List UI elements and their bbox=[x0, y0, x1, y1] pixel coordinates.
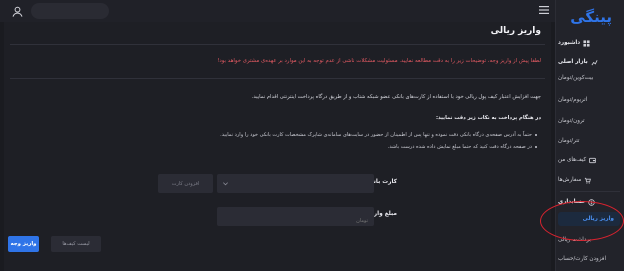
sidebar-item-my-wallets[interactable]: کیف‌های من bbox=[558, 153, 618, 167]
sidebar-item-label: ترون/تومان bbox=[558, 118, 585, 124]
sidebar-item-main-market[interactable]: بازار اصلی bbox=[558, 55, 618, 69]
market-icon bbox=[591, 59, 598, 65]
sidebar-item-label: کیف‌های من bbox=[558, 157, 587, 163]
top-search-pill[interactable] bbox=[31, 3, 109, 19]
bullet-dot bbox=[535, 145, 537, 148]
deposit-panel: واریز ریالی لطفا پیش از واریز وجه، توضیح… bbox=[4, 22, 551, 271]
sidebar-item-label: افزودن کارت/حساب bbox=[558, 256, 607, 262]
bullet-dot bbox=[535, 133, 537, 136]
sidebar-item-label: داشبورد bbox=[558, 40, 581, 46]
logo[interactable]: پینگی bbox=[562, 3, 614, 31]
sidebar-item-btc-toman[interactable]: بیت‌کوین/تومان bbox=[558, 71, 618, 85]
sidebar-item-eth-toman[interactable]: اتریوم/تومان bbox=[558, 93, 618, 107]
list-item: حتماً به آدرس صفحه‌ی درگاه بانکی دقت نمو… bbox=[220, 132, 537, 138]
sidebar-item-orders[interactable]: سفارش‌ها bbox=[558, 173, 618, 187]
orders-icon bbox=[585, 177, 592, 184]
top-bar bbox=[0, 0, 555, 22]
sidebar-item-rial-deposit[interactable]: واریز ریالی bbox=[558, 212, 620, 226]
sidebar-item-add-card[interactable]: افزودن کارت/حساب bbox=[558, 252, 618, 266]
warning-divider bbox=[10, 78, 545, 79]
bank-card-select[interactable] bbox=[217, 174, 374, 193]
title-divider bbox=[10, 44, 545, 45]
sidebar-item-dashboard[interactable]: داشبورد bbox=[558, 36, 618, 50]
notes-heading: در هنگام پرداخت به نکات زیر دقت نمایید: bbox=[435, 115, 541, 121]
sidebar-item-accounting[interactable]: حسابداری bbox=[558, 195, 618, 209]
sidebar-item-label: بازار اصلی bbox=[558, 59, 588, 65]
sidebar-item-usdt-toman[interactable]: تتر/تومان bbox=[558, 134, 618, 148]
svg-text:پینگی: پینگی bbox=[570, 8, 612, 27]
sidebar-item-label: اتریوم/تومان bbox=[558, 97, 588, 103]
dashboard-icon bbox=[583, 39, 590, 47]
warning-text: لطفا پیش از واریز وجه، توضیحات زیر را به… bbox=[217, 58, 541, 64]
amount-field-wrapper bbox=[217, 207, 374, 231]
menu-icon[interactable] bbox=[538, 4, 550, 16]
sidebar-item-rial-withdraw[interactable]: برداشت ریالی bbox=[558, 233, 618, 247]
add-card-button[interactable]: افزودن کارت bbox=[158, 174, 213, 193]
sidebar-item-label: حسابداری bbox=[558, 199, 586, 205]
sidebar-item-label: تتر/تومان bbox=[558, 138, 580, 144]
sidebar-item-label: برداشت ریالی bbox=[558, 237, 591, 243]
wallets-list-button[interactable]: لیست کیف‌ها bbox=[51, 236, 101, 252]
deposit-button[interactable]: واریز وجه bbox=[8, 236, 39, 252]
user-icon[interactable] bbox=[11, 5, 24, 18]
page-title: واریز ریالی bbox=[490, 26, 541, 36]
list-item: در صفحه درگاه دقت کنید که حتما مبلغ نمای… bbox=[388, 144, 537, 150]
sidebar-item-trx-toman[interactable]: ترون/تومان bbox=[558, 114, 618, 128]
intro-text: جهت افزایش اعتبار کیف پول ریالی خود با ا… bbox=[251, 94, 541, 100]
sidebar: پینگی داشبورد بازار اصلی بیت‌کوین/تومان … bbox=[555, 0, 624, 271]
wallet-icon bbox=[589, 157, 597, 163]
amount-input[interactable] bbox=[217, 211, 374, 231]
sidebar-item-label: بیت‌کوین/تومان bbox=[558, 75, 594, 81]
sidebar-item-label: سفارش‌ها bbox=[558, 177, 582, 183]
sidebar-item-label: واریز ریالی bbox=[582, 216, 614, 222]
note-text: در صفحه درگاه دقت کنید که حتما مبلغ نمای… bbox=[387, 144, 532, 150]
sidebar-divider bbox=[560, 191, 620, 192]
note-text: حتماً به آدرس صفحه‌ی درگاه بانکی دقت نمو… bbox=[220, 132, 532, 138]
accounting-icon bbox=[588, 198, 596, 206]
chevron-down-icon bbox=[223, 182, 228, 186]
